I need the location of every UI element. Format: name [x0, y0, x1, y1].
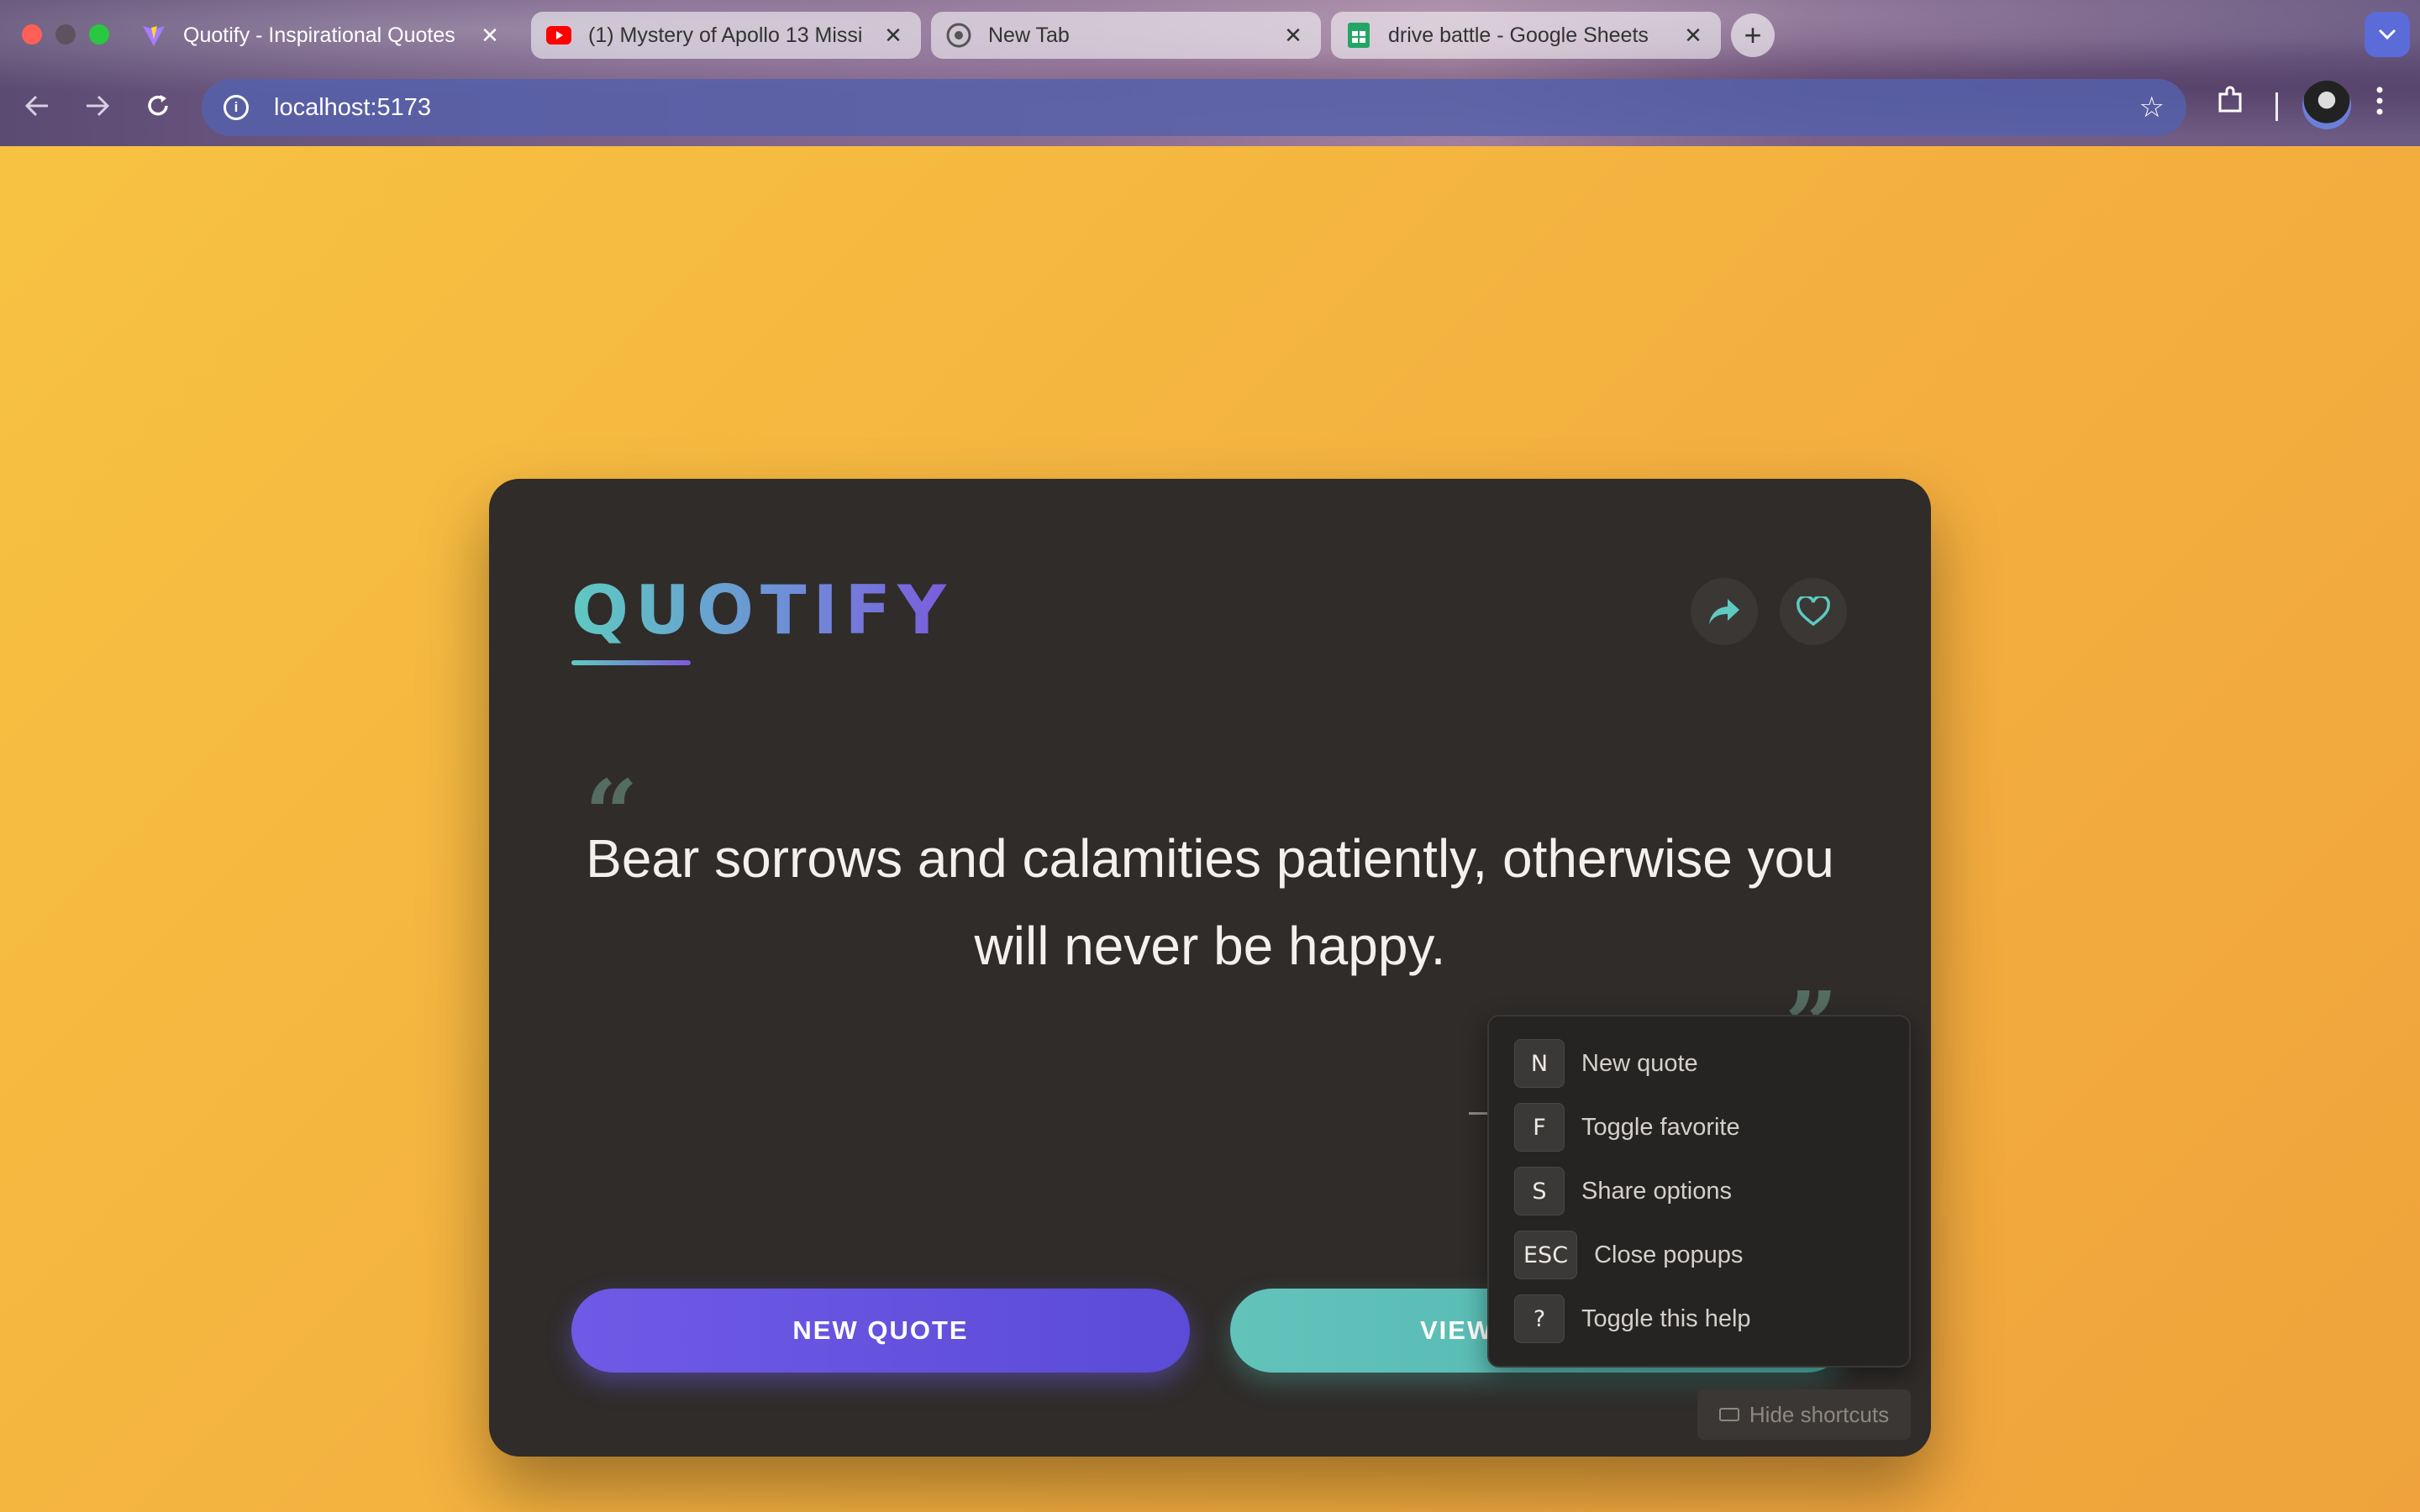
url-text[interactable]: localhost:5173: [274, 94, 2139, 122]
tab-title: (1) Mystery of Apollo 13 Missi: [588, 23, 863, 47]
shortcut-key: ESC: [1514, 1231, 1578, 1279]
tab-title: Quotify - Inspirational Quotes: [183, 23, 455, 47]
tab-google-sheets[interactable]: drive battle - Google Sheets ✕: [1331, 12, 1721, 59]
back-button[interactable]: [18, 87, 55, 124]
browser-chrome: Quotify - Inspirational Quotes ✕ (1) Mys…: [0, 0, 2420, 146]
close-tab-icon[interactable]: ✕: [881, 23, 906, 49]
new-quote-button[interactable]: NEW QUOTE: [571, 1289, 1190, 1373]
page-background: QUOTIFY “ Bear sorrows and calamities pa…: [0, 146, 2420, 1512]
sheets-icon: [1346, 23, 1371, 48]
profile-avatar[interactable]: [2302, 81, 2351, 129]
keyboard-icon: [1718, 1408, 1739, 1421]
extensions-button[interactable]: [2215, 84, 2247, 116]
toolbar-divider: [2275, 92, 2278, 121]
tab-new-tab[interactable]: New Tab ✕: [931, 12, 1321, 59]
logo-underline: [571, 660, 691, 665]
heart-icon: [1797, 596, 1830, 627]
shortcut-row: ESC Close popups: [1514, 1230, 1743, 1280]
tab-search-button[interactable]: [2365, 12, 2410, 57]
tab-title: drive battle - Google Sheets: [1388, 23, 1649, 47]
shortcut-row: ? Toggle this help: [1514, 1294, 1751, 1344]
more-vertical-icon: [2376, 87, 2383, 115]
shortcut-row: N New quote: [1514, 1038, 1698, 1089]
youtube-icon: [546, 23, 571, 48]
forward-button[interactable]: [79, 87, 116, 124]
share-button[interactable]: [1691, 578, 1758, 645]
quote-card: QUOTIFY “ Bear sorrows and calamities pa…: [489, 479, 1931, 1457]
arrow-left-icon: [24, 95, 48, 117]
close-tab-icon[interactable]: ✕: [1281, 23, 1306, 49]
shortcut-label: New quote: [1581, 1049, 1698, 1077]
browser-menu-button[interactable]: [2375, 86, 2385, 116]
shortcut-label: Toggle favorite: [1581, 1113, 1740, 1141]
shortcut-label: Toggle this help: [1581, 1305, 1751, 1332]
window-zoom-button[interactable]: [89, 24, 109, 45]
shortcut-key: S: [1514, 1167, 1565, 1215]
reload-button[interactable]: [139, 87, 176, 124]
shortcuts-help-popup: N New quote F Toggle favorite S Share op…: [1487, 1015, 1911, 1368]
address-bar[interactable]: i localhost:5173 ☆: [202, 79, 2186, 136]
site-info-icon[interactable]: i: [224, 95, 249, 120]
hide-shortcuts-button[interactable]: Hide shortcuts: [1697, 1389, 1911, 1440]
shortcut-label: Close popups: [1594, 1241, 1744, 1268]
reload-icon: [148, 95, 168, 116]
close-tab-icon[interactable]: ✕: [1681, 23, 1706, 49]
chrome-icon: [946, 23, 971, 48]
tab-youtube[interactable]: (1) Mystery of Apollo 13 Missi ✕: [531, 12, 921, 59]
shortcut-key: ?: [1514, 1294, 1565, 1343]
new-tab-button[interactable]: +: [1731, 13, 1775, 57]
hide-shortcuts-label: Hide shortcuts: [1749, 1401, 1890, 1427]
close-tab-icon[interactable]: ✕: [477, 23, 502, 49]
favorite-button[interactable]: [1780, 578, 1847, 645]
author-dash: [1469, 1112, 1487, 1115]
shortcut-key: N: [1514, 1039, 1565, 1088]
tab-title: New Tab: [988, 23, 1070, 47]
arrow-right-icon: [87, 95, 110, 117]
shortcut-label: Share options: [1581, 1177, 1732, 1205]
shortcut-key: F: [1514, 1103, 1565, 1152]
quote-text: Bear sorrows and calamities patiently, o…: [586, 828, 1834, 976]
share-icon: [1709, 599, 1739, 624]
bookmark-star-icon[interactable]: ☆: [2139, 91, 2165, 124]
vite-icon: [141, 23, 166, 48]
chevron-down-icon: [2378, 29, 2396, 40]
shortcut-row: F Toggle favorite: [1514, 1102, 1740, 1152]
window-minimize-button[interactable]: [55, 24, 76, 45]
window-close-button[interactable]: [22, 24, 42, 45]
app-logo: QUOTIFY: [571, 571, 953, 649]
tab-quotify[interactable]: Quotify - Inspirational Quotes ✕: [126, 12, 518, 59]
puzzle-icon: [2218, 86, 2242, 113]
shortcut-row: S Share options: [1514, 1166, 1732, 1216]
